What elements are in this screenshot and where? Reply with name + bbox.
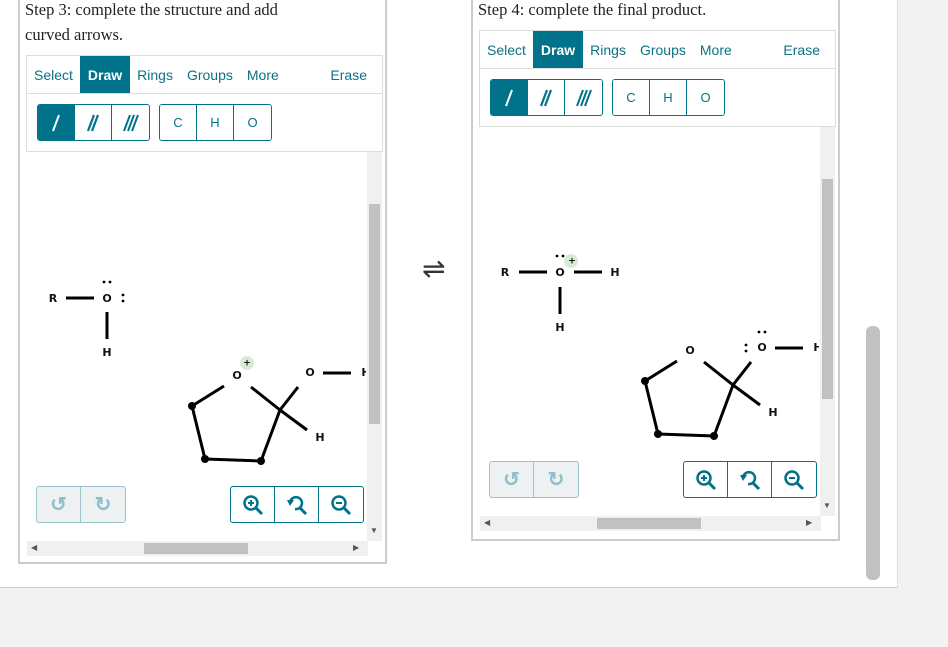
hydroxyl-oxygen: O bbox=[305, 366, 314, 379]
atom-r: R bbox=[501, 266, 510, 279]
horizontal-scrollbar[interactable]: ◀ ▶ bbox=[480, 516, 821, 531]
step4-molecules[interactable]: R O + H H O O H H bbox=[478, 0, 819, 515]
ring-oxygen: O bbox=[685, 344, 694, 357]
atom-o: O bbox=[102, 292, 111, 305]
atom-o: O bbox=[555, 266, 564, 279]
charge-plus: + bbox=[568, 257, 576, 267]
vertical-scrollbar[interactable]: ▼ bbox=[367, 152, 382, 541]
ring-oxygen: O bbox=[232, 369, 241, 382]
ring-c-hydrogen: H bbox=[768, 406, 777, 419]
page-scrollbar[interactable] bbox=[866, 326, 881, 580]
ring-c-hydrogen: H bbox=[315, 431, 324, 444]
atom-h: H bbox=[102, 346, 111, 359]
horizontal-scrollbar[interactable]: ◀ ▶ bbox=[27, 541, 368, 556]
atom-h-right: H bbox=[610, 266, 619, 279]
step3-molecules[interactable]: R O H O + O H H bbox=[0, 0, 366, 540]
hydroxyl-hydrogen: H bbox=[813, 341, 819, 354]
equilibrium-arrow: ⇌ bbox=[422, 252, 446, 285]
hydroxyl-hydrogen: H bbox=[361, 366, 366, 379]
hydroxyl-oxygen: O bbox=[757, 341, 766, 354]
atom-h-bottom: H bbox=[555, 321, 564, 334]
charge-plus: + bbox=[243, 359, 251, 369]
atom-r: R bbox=[49, 292, 58, 305]
vertical-scrollbar[interactable]: ▼ bbox=[820, 127, 835, 516]
